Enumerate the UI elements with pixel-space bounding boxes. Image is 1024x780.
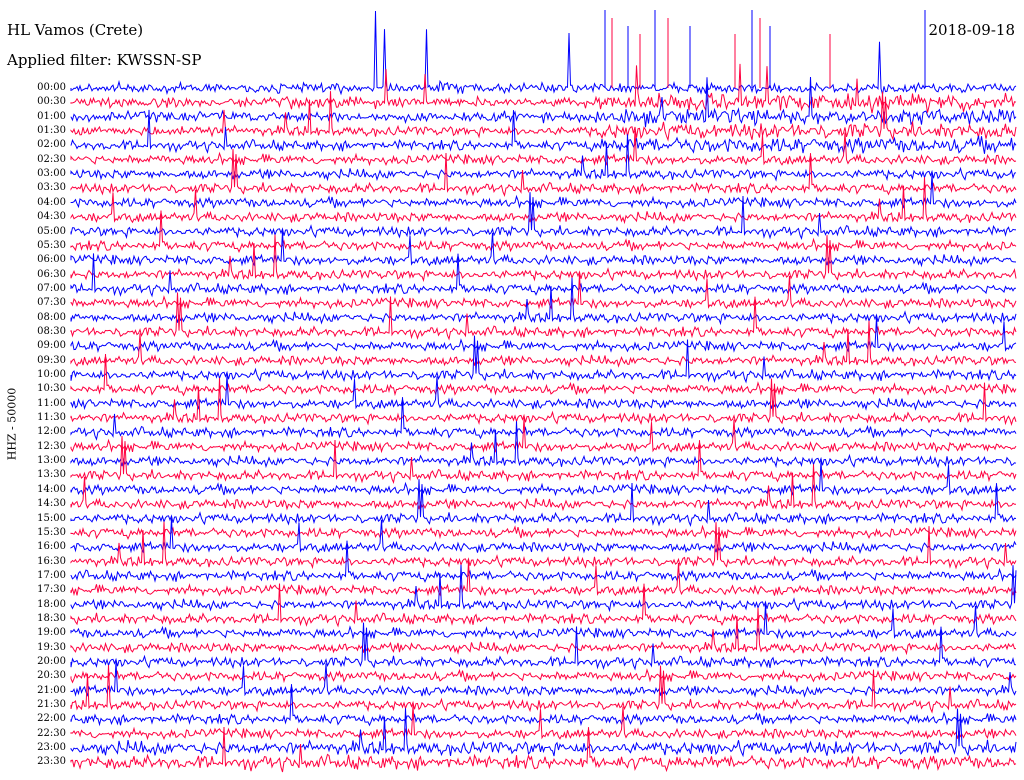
date-label: 2018-09-18 (928, 21, 1015, 39)
time-label: 08:00 (37, 311, 66, 323)
time-label: 19:30 (37, 641, 66, 653)
trace-row (70, 63, 1017, 114)
time-label: 04:00 (37, 196, 66, 208)
trace-row (70, 130, 1017, 167)
time-label: 13:30 (37, 469, 66, 481)
trace-row (70, 518, 1017, 555)
time-label: 05:30 (37, 239, 66, 251)
trace-row (70, 231, 1017, 268)
time-label: 18:00 (37, 598, 66, 610)
time-label: 21:30 (37, 699, 66, 711)
trace-row (70, 91, 1017, 142)
trace-row (70, 460, 1017, 497)
helicorder-plot (70, 10, 1017, 773)
time-label: 12:00 (37, 426, 66, 438)
trace-row (70, 435, 1017, 485)
time-label: 00:00 (37, 82, 66, 93)
time-label: 14:30 (37, 498, 66, 510)
trace-row (70, 320, 1017, 368)
time-label: 08:30 (37, 325, 66, 337)
time-label: 02:00 (37, 139, 66, 151)
trace-row (70, 317, 1017, 353)
time-label: 09:00 (37, 340, 66, 352)
time-label: 12:30 (37, 440, 66, 452)
time-label: 05:00 (37, 225, 66, 237)
time-label: 01:30 (37, 125, 66, 137)
time-label: 07:00 (37, 282, 66, 294)
time-label: 13:00 (37, 455, 66, 467)
trace-row (70, 564, 1017, 613)
time-label: 11:00 (37, 397, 66, 409)
time-label: 10:00 (37, 369, 66, 380)
time-label: 00:30 (37, 96, 66, 108)
time-label: 23:30 (37, 756, 66, 768)
time-label: 15:30 (37, 526, 66, 538)
trace-row (70, 708, 1017, 758)
trace-row (70, 10, 1017, 96)
time-label: 03:00 (37, 168, 66, 180)
seismic-traces (70, 10, 1017, 773)
time-label: 02:30 (37, 153, 66, 165)
time-label: 01:00 (37, 110, 66, 122)
time-label: 17:30 (37, 584, 66, 596)
time-label: 06:00 (37, 254, 66, 266)
trace-row (70, 274, 1017, 310)
time-label: 21:00 (37, 684, 66, 696)
time-label: 16:00 (37, 541, 66, 553)
time-label: 06:30 (37, 268, 66, 280)
time-label: 03:30 (37, 182, 66, 194)
time-label: 19:00 (37, 627, 66, 639)
time-label: 09:30 (37, 354, 66, 366)
trace-row (70, 524, 1017, 540)
time-label: 18:30 (37, 612, 66, 624)
time-label: 17:00 (37, 569, 66, 581)
trace-row (70, 604, 1017, 640)
time-label: 11:30 (37, 412, 66, 424)
time-label: 04:30 (37, 211, 66, 223)
channel-label: HHZ - 50000 (5, 387, 19, 461)
trace-row (70, 378, 1017, 427)
time-label: 07:30 (37, 297, 66, 309)
time-label: 16:30 (37, 555, 66, 567)
trace-row (70, 421, 1017, 469)
time-label: 20:00 (37, 656, 66, 667)
trace-row (70, 464, 1017, 512)
time-label: 22:30 (37, 727, 66, 739)
time-label: 23:00 (37, 742, 66, 754)
time-label: 14:00 (37, 483, 66, 495)
time-label: 20:30 (37, 670, 66, 682)
time-label: 15:00 (37, 512, 66, 524)
time-label: 10:30 (37, 383, 66, 395)
time-label: 22:00 (37, 713, 66, 725)
